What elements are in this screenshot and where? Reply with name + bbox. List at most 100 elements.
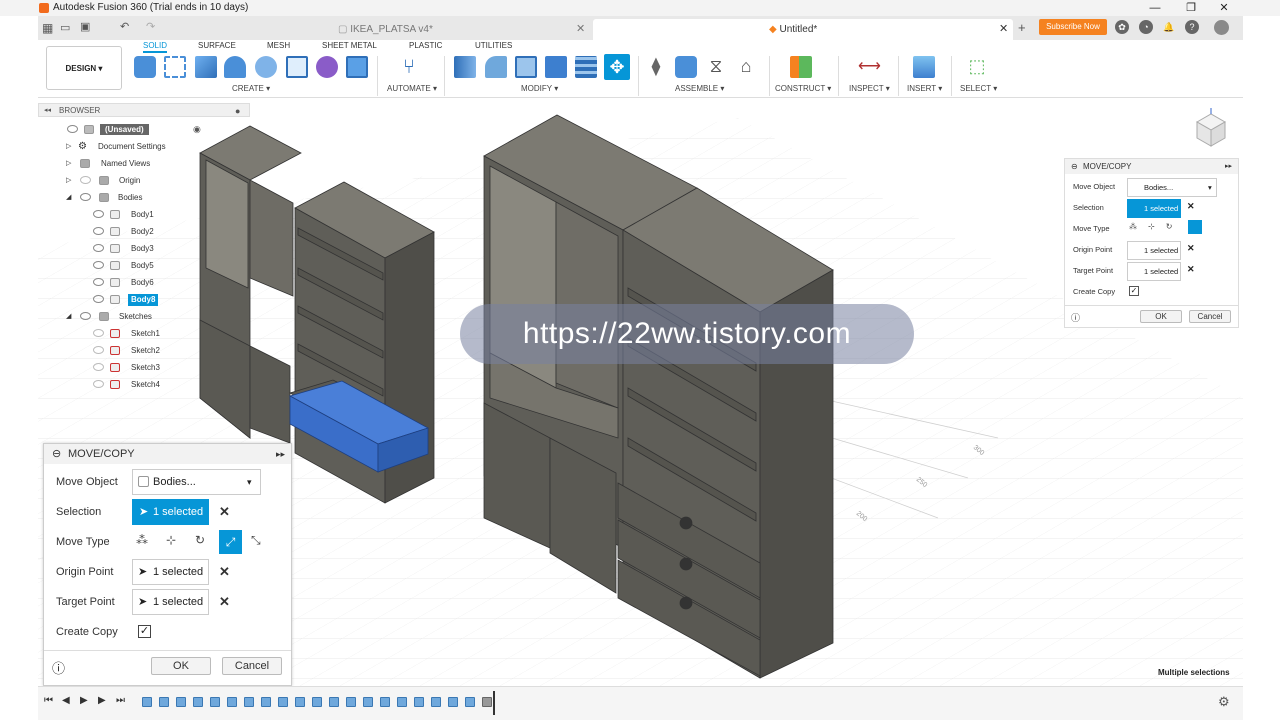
inspect-menu[interactable]: INSPECT ▾ — [849, 84, 890, 93]
timeline-feature[interactable] — [159, 697, 169, 707]
expand-arrow-icon[interactable]: ▷ — [66, 138, 71, 155]
timeline-feature[interactable] — [465, 697, 475, 707]
construct-plane-icon[interactable] — [790, 56, 812, 78]
info-icon[interactable]: ⓘ — [1071, 311, 1080, 324]
active-radio-icon[interactable]: ◉ — [193, 121, 201, 138]
visibility-icon[interactable] — [93, 227, 104, 235]
timeline-feature[interactable] — [210, 697, 220, 707]
selection-field[interactable]: 1 selected — [1127, 199, 1181, 218]
maximize-button[interactable]: ❐ — [1176, 0, 1206, 16]
timeline-feature[interactable] — [244, 697, 254, 707]
new-tab-icon[interactable]: + — [1018, 20, 1026, 35]
clear-target-icon[interactable]: ✕ — [1187, 264, 1195, 275]
visibility-icon[interactable] — [80, 312, 91, 320]
close-tab-icon[interactable]: ✕ — [999, 19, 1008, 40]
expand-panel-icon[interactable]: ▸▸ — [1225, 159, 1232, 174]
notifications-icon[interactable]: 🔔 — [1162, 20, 1176, 34]
minimize-button[interactable]: — — [1140, 0, 1170, 16]
timeline-feature[interactable] — [261, 697, 271, 707]
target-point-field[interactable]: 1 selected — [1127, 262, 1181, 281]
move-type-icons[interactable]: ⁂⊹↻ — [1129, 222, 1183, 231]
tab-sheet-metal[interactable]: SHEET METAL — [322, 41, 377, 50]
timeline-feature[interactable] — [295, 697, 305, 707]
cancel-button[interactable]: Cancel — [1189, 310, 1231, 323]
timeline-feature[interactable] — [329, 697, 339, 707]
assemble-menu[interactable]: ASSEMBLE ▾ — [675, 84, 724, 93]
pattern-icon[interactable] — [286, 56, 308, 78]
origin-point-field[interactable]: ➤ 1 selected — [132, 559, 209, 585]
visibility-icon[interactable] — [93, 261, 104, 269]
free-move-icon[interactable]: ⁂ — [136, 533, 148, 547]
job-status-icon[interactable]: ◔ — [1139, 20, 1153, 34]
tab-untitled[interactable]: ◆ Untitled* ✕ — [593, 19, 1013, 40]
timeline-marker[interactable] — [493, 691, 495, 715]
automate-icon[interactable]: ⑂ — [398, 56, 420, 78]
visibility-icon[interactable] — [93, 295, 104, 303]
timeline-feature[interactable] — [482, 697, 492, 707]
point-to-point-icon[interactable]: ⤢ — [219, 530, 242, 554]
timeline-feature[interactable] — [312, 697, 322, 707]
save-icon[interactable]: ▣ — [80, 20, 90, 33]
timeline-feature[interactable] — [380, 697, 390, 707]
timeline-feature[interactable] — [397, 697, 407, 707]
tab-utilities[interactable]: UTILITIES — [475, 41, 512, 50]
tab-ikea-platsa[interactable]: ▢ IKEA_PLATSA v4* ✕ — [328, 19, 628, 40]
view-cube[interactable] — [1189, 108, 1233, 152]
workspace-switcher[interactable]: DESIGN ▾ — [46, 46, 122, 90]
as-built-joint-icon[interactable]: ⧖ — [705, 56, 727, 78]
press-pull-icon[interactable] — [454, 56, 476, 78]
user-avatar[interactable] — [1214, 20, 1229, 35]
panel-header[interactable]: ⊖ MOVE/COPY ▸▸ — [44, 444, 291, 464]
rotate-icon[interactable]: ↻ — [195, 533, 205, 547]
apps-grid-icon[interactable]: ▦ — [42, 21, 53, 35]
selection-field[interactable]: ➤ 1 selected — [132, 499, 209, 525]
visibility-icon[interactable] — [67, 125, 78, 133]
split-body-icon[interactable] — [575, 56, 597, 78]
close-window-button[interactable]: ✕ — [1209, 0, 1239, 16]
shell-icon[interactable] — [515, 56, 537, 78]
insert-derive-icon[interactable] — [346, 56, 368, 78]
timeline-feature[interactable] — [448, 697, 458, 707]
fillet-icon[interactable] — [485, 56, 507, 78]
hidden-visibility-icon[interactable] — [93, 329, 104, 337]
tab-surface[interactable]: SURFACE — [198, 41, 236, 50]
measure-icon[interactable]: ⟷ — [858, 56, 881, 78]
tab-mesh[interactable]: MESH — [267, 41, 290, 50]
hidden-visibility-icon[interactable] — [80, 176, 91, 184]
create-copy-checkbox[interactable]: ✓ — [138, 625, 151, 638]
ok-button[interactable]: OK — [1140, 310, 1182, 323]
hidden-visibility-icon[interactable] — [93, 346, 104, 354]
create-menu[interactable]: CREATE ▾ — [232, 84, 270, 93]
tab-solid[interactable]: SOLID — [143, 41, 168, 53]
assemble-joint-icon[interactable]: ⧫ — [645, 56, 667, 78]
info-icon[interactable]: ⓘ — [52, 658, 65, 677]
expand-arrow-icon[interactable]: ▷ — [66, 155, 71, 172]
timeline-feature[interactable] — [142, 697, 152, 707]
play-icon[interactable]: ▶ — [80, 695, 88, 706]
clear-selection-icon[interactable]: ✕ — [1187, 201, 1195, 212]
point-to-position-icon[interactable]: ⤡ — [251, 533, 261, 548]
browser-pin-icon[interactable]: ● — [235, 104, 240, 118]
go-to-start-icon[interactable]: ⏮ — [44, 695, 53, 706]
tab-plastic[interactable]: PLASTIC — [409, 41, 442, 50]
close-tab-icon[interactable]: ✕ — [576, 19, 585, 40]
timeline-feature[interactable] — [193, 697, 203, 707]
visibility-icon[interactable] — [80, 193, 91, 201]
undo-icon[interactable]: ↶ — [120, 20, 129, 33]
timeline-feature[interactable] — [431, 697, 441, 707]
move-copy-icon[interactable]: ✥ — [604, 54, 630, 80]
joint-origin-icon[interactable]: ⌂ — [735, 56, 757, 78]
create-copy-checkbox[interactable]: ✓ — [1129, 286, 1139, 296]
create-sketch-icon[interactable] — [164, 56, 186, 78]
clear-target-icon[interactable]: ✕ — [219, 594, 230, 610]
insert-image-icon[interactable] — [913, 56, 935, 78]
panel-header[interactable]: ⊖ MOVE/COPY ▸▸ — [1065, 159, 1238, 174]
revolve-icon[interactable] — [224, 56, 246, 78]
construct-menu[interactable]: CONSTRUCT ▾ — [775, 84, 831, 93]
subscribe-button[interactable]: Subscribe Now — [1039, 19, 1107, 35]
step-back-icon[interactable]: ◀ — [62, 695, 70, 706]
new-component-icon[interactable] — [134, 56, 156, 78]
form-icon[interactable] — [316, 56, 338, 78]
timeline-feature[interactable] — [414, 697, 424, 707]
modify-menu[interactable]: MODIFY ▾ — [521, 84, 558, 93]
